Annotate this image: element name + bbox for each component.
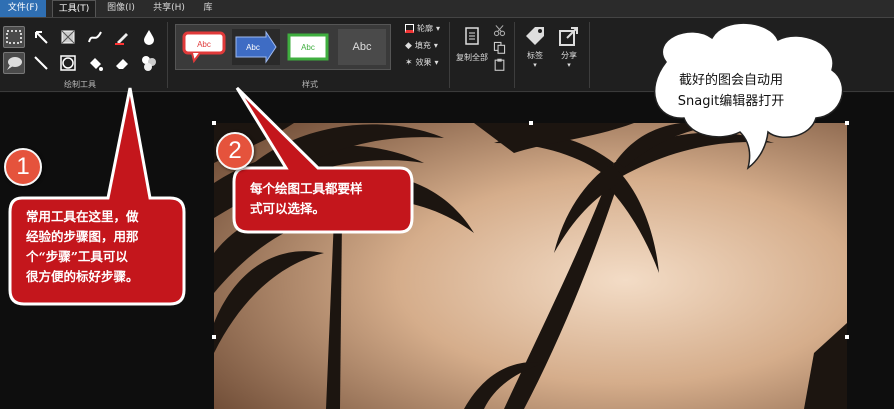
divider	[514, 22, 515, 88]
paste-icon[interactable]	[490, 56, 508, 72]
fill-label: 填充	[414, 41, 431, 50]
callout-step1-line: 常用工具在这里，做	[26, 209, 139, 224]
fill-icon: ◆	[405, 40, 412, 51]
effects-label: 效果	[415, 58, 432, 67]
tag-label: 标签	[527, 51, 543, 60]
step-tool-icon[interactable]	[138, 52, 160, 74]
cloud-line: 截好的图会自动用	[678, 73, 783, 88]
line-tool-icon[interactable]	[30, 52, 52, 74]
arrow-tool-icon[interactable]	[30, 26, 52, 48]
drawing-tools-label: 绘制工具	[64, 80, 96, 89]
chevron-down-icon: ▾	[533, 61, 537, 69]
divider	[589, 22, 590, 88]
effects-button[interactable]: ✶ 效果 ▾	[405, 57, 439, 68]
chevron-down-icon: ▾	[567, 61, 571, 69]
resize-handle[interactable]	[529, 121, 533, 125]
chevron-down-icon: ▾	[434, 58, 439, 67]
fill-button[interactable]: ◆ 填充 ▾	[405, 40, 438, 51]
tab-image[interactable]: 图像(I)	[100, 0, 142, 17]
callout-step2-line: 每个绘图工具都要样	[250, 181, 363, 196]
tab-tools[interactable]: 工具(T)	[52, 0, 96, 17]
cloud-text: 截好的图会自动用 Snagit编辑器打开	[656, 70, 806, 112]
pen-tool-icon[interactable]	[84, 26, 106, 48]
shape-tool-icon[interactable]	[57, 52, 79, 74]
svg-text:Abc: Abc	[246, 43, 260, 52]
callout-step2-line: 式可以选择。	[250, 201, 326, 216]
tag-button[interactable]: 标签 ▾	[518, 24, 552, 69]
outline-button[interactable]: 轮廓 ▾	[405, 23, 440, 34]
tab-file[interactable]: 文件(F)	[0, 0, 46, 17]
cloud-line: Snagit编辑器打开	[677, 94, 785, 109]
palm-tree-image	[214, 123, 847, 409]
outline-label: 轮廓	[417, 24, 433, 33]
blur-tool-icon[interactable]	[138, 26, 160, 48]
share-icon	[559, 27, 578, 46]
callout-step1-line: 很方便的标好步骤。	[26, 269, 139, 284]
copy-icon[interactable]	[490, 39, 508, 55]
resize-handle[interactable]	[212, 335, 216, 339]
step-badge-1: 1	[4, 148, 42, 186]
eraser-tool-icon[interactable]	[111, 52, 133, 74]
style-thumb-green-box[interactable]: Abc	[284, 29, 332, 65]
svg-text:Abc: Abc	[197, 40, 211, 49]
chevron-down-icon: ▾	[433, 41, 438, 50]
share-button[interactable]: 分享 ▾	[552, 24, 586, 69]
callout-tool-icon[interactable]	[3, 52, 25, 74]
fill-tool-icon[interactable]	[84, 52, 106, 74]
tab-library[interactable]: 库	[196, 0, 220, 17]
svg-text:Abc: Abc	[301, 43, 315, 52]
copy-all-label: 复制全部	[456, 53, 488, 62]
highlighter-tool-icon[interactable]	[111, 26, 133, 48]
style-thumb-red-callout[interactable]: Abc	[180, 29, 228, 65]
style-gallery: Abc Abc Abc Abc	[175, 24, 391, 70]
outline-icon	[405, 24, 414, 33]
resize-handle[interactable]	[845, 335, 849, 339]
copy-all-icon	[465, 27, 479, 45]
resize-handle[interactable]	[845, 121, 849, 125]
chevron-down-icon: ▾	[436, 24, 441, 33]
style-thumb-plain-text[interactable]: Abc	[338, 29, 386, 65]
effects-icon: ✶	[405, 57, 413, 68]
captured-photo[interactable]	[214, 123, 847, 409]
callout-step2-text: 每个绘图工具都要样 式可以选择。	[250, 179, 408, 219]
selection-tool-icon[interactable]	[3, 26, 25, 48]
divider	[167, 22, 168, 88]
style-thumb-blue-arrow[interactable]: Abc	[232, 29, 280, 65]
callout-step1-text: 常用工具在这里，做 经验的步骤图，用那 个“步骤”工具可以 很方便的标好步骤。	[26, 207, 178, 287]
step-badge-2: 2	[216, 132, 254, 170]
tab-share[interactable]: 共享(H)	[146, 0, 192, 17]
divider	[449, 22, 450, 88]
copy-all-button[interactable]: 复制全部	[453, 26, 491, 63]
cut-icon[interactable]	[490, 22, 508, 38]
callout-step1-line: 个“步骤”工具可以	[26, 249, 128, 264]
styles-label: 样式	[302, 80, 318, 89]
tag-icon	[526, 27, 544, 45]
share-label: 分享	[561, 51, 577, 60]
callout-step1-line: 经验的步骤图，用那	[26, 229, 139, 244]
menu-tab-bar: 文件(F) 工具(T) 图像(I) 共享(H) 库	[0, 0, 894, 17]
stamp-tool-icon[interactable]	[57, 26, 79, 48]
resize-handle[interactable]	[212, 121, 216, 125]
